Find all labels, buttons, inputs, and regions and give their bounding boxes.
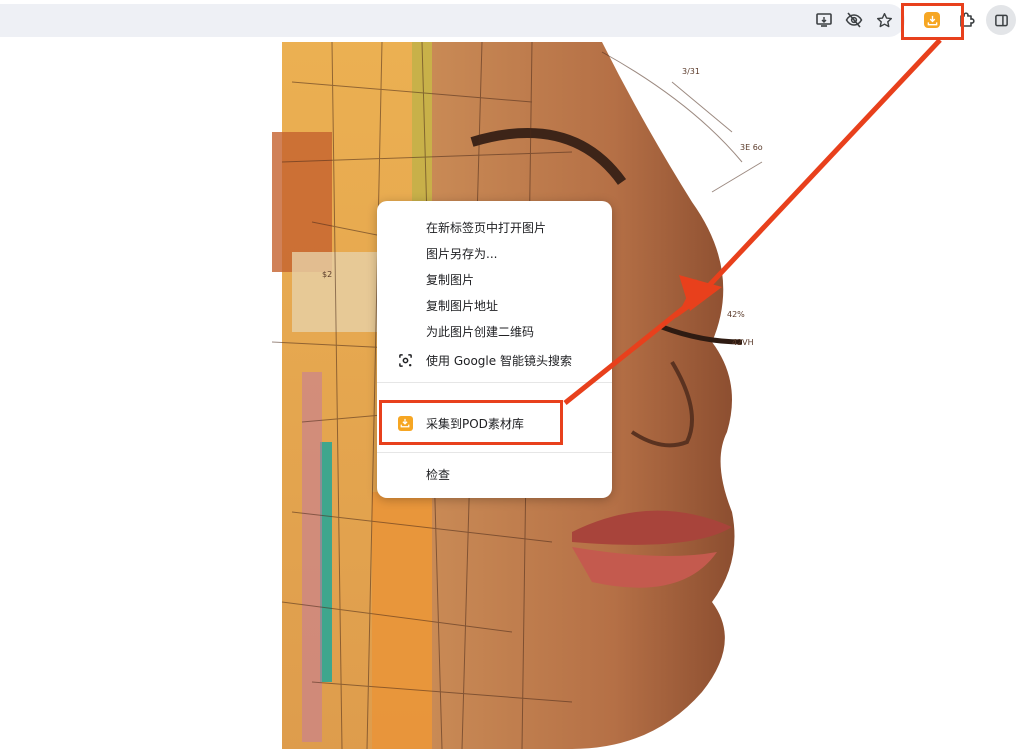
menu-item-label: 检查 <box>426 467 451 482</box>
side-panel-button[interactable] <box>986 5 1016 35</box>
menu-item-inspect[interactable]: 检查 <box>377 461 612 487</box>
menu-item-copy-image[interactable]: 复制图片 <box>377 266 612 292</box>
toolbar-highlight-box <box>901 3 964 40</box>
menu-item-label: 复制图片地址 <box>426 298 499 313</box>
install-app-icon[interactable] <box>813 9 835 31</box>
menu-item-label: 使用 Google 智能镜头搜索 <box>426 353 572 368</box>
star-icon[interactable] <box>873 9 895 31</box>
side-panel-icon <box>994 14 1008 26</box>
menu-item-label: 图片另存为... <box>426 246 498 261</box>
eye-slash-icon[interactable] <box>843 9 865 31</box>
menu-item-open-image-new-tab[interactable]: 在新标签页中打开图片 <box>377 214 612 240</box>
menu-item-label: 复制图片 <box>426 272 475 287</box>
menu-item-label: 在新标签页中打开图片 <box>426 220 547 235</box>
sketch-note: 3E 6o <box>740 143 763 152</box>
menu-divider <box>377 452 612 453</box>
menu-item-save-image-as[interactable]: 图片另存为... <box>377 240 612 266</box>
menu-item-google-lens-search[interactable]: 使用 Google 智能镜头搜索 <box>377 347 612 373</box>
sketch-note: 42% <box>727 310 745 319</box>
menu-divider <box>377 382 612 383</box>
address-bar[interactable] <box>0 4 905 37</box>
lens-icon <box>397 352 413 368</box>
sketch-note: 42VH <box>732 338 754 347</box>
sketch-note: 3/31 <box>682 67 700 76</box>
menu-item-label: 为此图片创建二维码 <box>426 324 535 339</box>
browser-toolbar <box>0 0 1024 40</box>
menu-item-copy-image-address[interactable]: 复制图片地址 <box>377 292 612 318</box>
image-context-menu: 在新标签页中打开图片 图片另存为... 复制图片 复制图片地址 为此图片创建二维… <box>377 201 612 498</box>
menu-highlight-box <box>379 400 563 445</box>
sketch-note: $2 <box>322 270 332 279</box>
menu-item-create-qr-code[interactable]: 为此图片创建二维码 <box>377 318 612 344</box>
